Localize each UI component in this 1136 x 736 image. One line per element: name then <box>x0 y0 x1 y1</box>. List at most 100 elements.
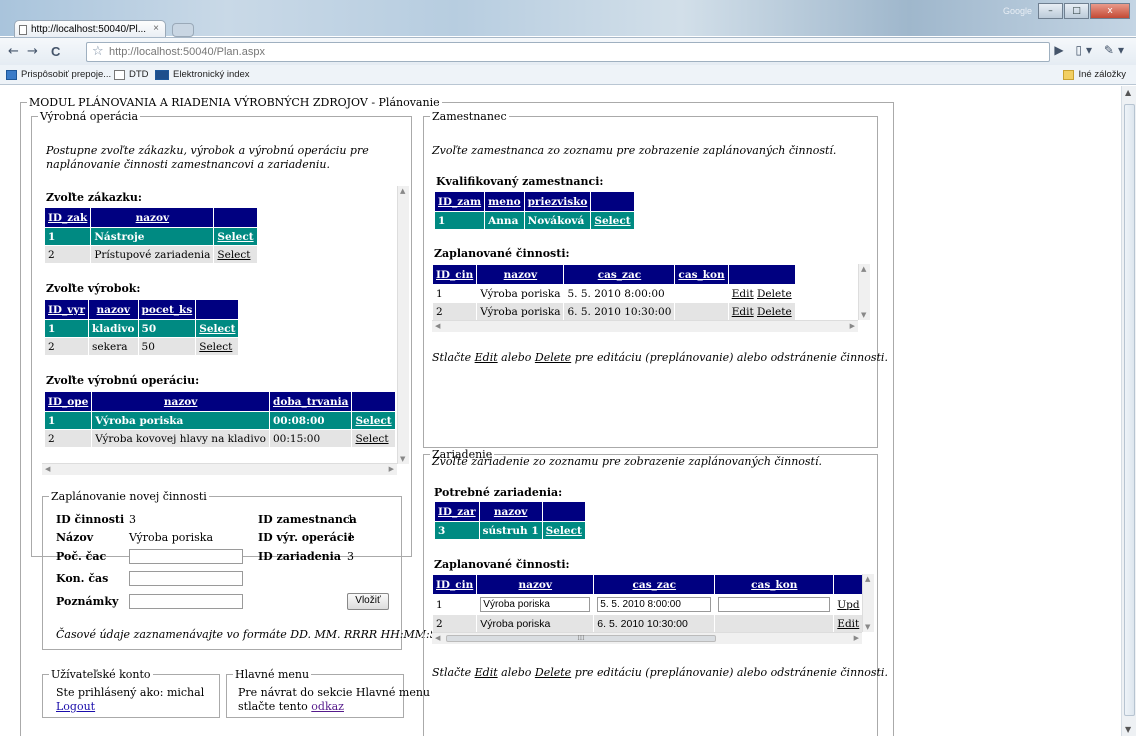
tab-close-icon[interactable]: × <box>153 23 159 34</box>
edit-link[interactable]: Edit <box>837 618 859 630</box>
scroll-up-icon[interactable]: ▲ <box>865 575 870 583</box>
select-link[interactable]: Select <box>199 323 235 335</box>
table-header-row: ID_cin nazov cas_zac cas_kon <box>432 574 862 595</box>
konto-legend: Užívateľské konto <box>51 668 151 681</box>
zar-plan-table: ID_cin nazov cas_zac cas_kon 1 Upd 2 Výr… <box>432 574 862 633</box>
column-header[interactable]: nazov <box>90 207 215 228</box>
scroll-left-icon[interactable]: ◀ <box>435 634 440 642</box>
address-bar[interactable]: ☆ http://localhost:50040/Plan.aspx <box>86 42 1050 62</box>
column-header[interactable]: priezvisko <box>523 191 592 212</box>
footer-delete-link[interactable]: Delete <box>535 666 571 679</box>
reload-icon[interactable]: C <box>51 44 60 59</box>
play-icon[interactable]: ▶ <box>1054 43 1067 57</box>
column-header[interactable]: nazov <box>478 501 543 522</box>
menu-legend: Hlavné menu <box>235 668 310 681</box>
scroll-up-icon[interactable]: ▲ <box>400 187 405 195</box>
edit-link[interactable]: Edit <box>732 288 754 300</box>
browser-tab[interactable]: http://localhost:50040/Pl... × <box>14 20 166 38</box>
vyrobna-hscroll[interactable]: ◀ ▶ <box>42 463 397 475</box>
bookmark-elektronicky-index[interactable]: Elektronický index <box>155 69 250 80</box>
column-header[interactable]: nazov <box>476 264 565 285</box>
footer-edit-link[interactable]: Edit <box>475 351 498 364</box>
column-header[interactable]: ID_cin <box>432 264 478 285</box>
zar-plan-hscroll[interactable]: ◀ III ▶ <box>432 632 862 644</box>
delete-link[interactable]: Delete <box>757 288 792 300</box>
scroll-down-icon[interactable]: ▼ <box>865 623 870 631</box>
column-header[interactable]: nazov <box>88 299 139 320</box>
cell-doba: 00:15:00 <box>268 429 353 448</box>
select-link[interactable]: Select <box>217 231 253 243</box>
edit-nazov-input[interactable] <box>480 597 591 612</box>
scroll-down-icon[interactable]: ▼ <box>861 311 866 319</box>
column-header[interactable]: ID_zak <box>43 207 92 228</box>
column-header[interactable]: nazov <box>91 391 270 412</box>
scroll-down-icon[interactable]: ▼ <box>1125 725 1131 734</box>
zam-plan-table: ID_cin nazov cas_zac cas_kon 1 Výroba po… <box>432 264 796 321</box>
poznamky-input[interactable] <box>129 594 243 609</box>
bookmark-dtd[interactable]: DTD <box>114 69 149 80</box>
zam-plan-vscroll[interactable]: ▲ ▼ <box>858 264 870 320</box>
kon-cas-input[interactable] <box>129 571 243 586</box>
vyrobna-vscroll[interactable]: ▲ ▼ <box>397 186 409 464</box>
select-link[interactable]: Select <box>594 215 630 227</box>
star-icon[interactable]: ☆ <box>92 44 104 59</box>
bookmark-customize[interactable]: Prispôsobiť prepoje... <box>6 69 111 80</box>
close-window-icon[interactable]: x <box>1090 3 1130 19</box>
scroll-up-icon[interactable]: ▲ <box>861 265 866 273</box>
scroll-thumb[interactable]: III <box>446 635 716 642</box>
column-header[interactable]: ID_zar <box>434 501 480 522</box>
select-link[interactable]: Select <box>355 415 391 427</box>
select-link[interactable]: Select <box>546 525 582 537</box>
back-icon[interactable]: ← <box>8 44 19 59</box>
column-header[interactable]: pocet_ks <box>137 299 197 320</box>
edit-cas-kon-input[interactable] <box>718 597 831 612</box>
column-header[interactable]: nazov <box>476 574 595 595</box>
column-header[interactable]: ID_zam <box>433 191 486 212</box>
bookmark-label: Prispôsobiť prepoje... <box>21 69 112 80</box>
scroll-right-icon[interactable]: ▶ <box>854 634 859 642</box>
edit-link[interactable]: Edit <box>732 306 754 318</box>
scroll-thumb[interactable] <box>1124 104 1135 716</box>
edit-cas-zac-input[interactable] <box>597 597 712 612</box>
column-header <box>833 574 862 595</box>
column-header[interactable]: cas_kon <box>674 264 729 285</box>
minimize-icon[interactable]: – <box>1038 3 1063 19</box>
column-header[interactable]: ID_cin <box>432 574 478 595</box>
column-header[interactable]: ID_ope <box>43 391 93 412</box>
poc-cas-input[interactable] <box>129 549 243 564</box>
column-header[interactable]: cas_zac <box>593 574 716 595</box>
column-header[interactable]: cas_zac <box>563 264 676 285</box>
column-header[interactable]: ID_vyr <box>43 299 90 320</box>
forward-icon[interactable]: → <box>27 44 38 59</box>
update-link[interactable]: Upd <box>837 599 859 611</box>
scroll-right-icon[interactable]: ▶ <box>850 322 855 330</box>
scroll-down-icon[interactable]: ▼ <box>400 455 405 463</box>
cell-nazov: kladivo <box>88 319 139 338</box>
delete-link[interactable]: Delete <box>757 306 792 318</box>
select-link[interactable]: Select <box>355 433 388 445</box>
cell-id: 1 <box>43 411 93 430</box>
select-link[interactable]: Select <box>217 249 250 261</box>
new-tab-button[interactable] <box>172 23 194 37</box>
wrench-icon[interactable]: ✎▾ <box>1104 43 1128 57</box>
zar-plan-vscroll[interactable]: ▲ ▼ <box>862 574 874 632</box>
zam-plan-hscroll[interactable]: ◀ ▶ <box>432 320 858 332</box>
vlozit-button[interactable]: Vložiť <box>347 593 389 610</box>
scroll-left-icon[interactable]: ◀ <box>45 465 50 473</box>
other-bookmarks[interactable]: Iné záložky <box>1063 69 1126 80</box>
scroll-left-icon[interactable]: ◀ <box>435 322 440 330</box>
footer-delete-link[interactable]: Delete <box>535 351 571 364</box>
column-header[interactable]: cas_kon <box>714 574 835 595</box>
logout-link[interactable]: Logout <box>56 700 95 713</box>
page-menu-icon[interactable]: ▯▾ <box>1075 43 1096 57</box>
footer-edit-link[interactable]: Edit <box>475 666 498 679</box>
column-header[interactable]: meno <box>484 191 525 212</box>
cell-nazov: Výroba poriska <box>476 284 565 303</box>
scroll-up-icon[interactable]: ▲ <box>1125 88 1131 97</box>
maximize-icon[interactable]: □ <box>1064 3 1089 19</box>
select-link[interactable]: Select <box>199 341 232 353</box>
page-scrollbar[interactable]: ▲ ▼ <box>1121 86 1136 736</box>
scroll-right-icon[interactable]: ▶ <box>389 465 394 473</box>
column-header[interactable]: doba_trvania <box>268 391 353 412</box>
odkaz-link[interactable]: odkaz <box>311 700 344 713</box>
